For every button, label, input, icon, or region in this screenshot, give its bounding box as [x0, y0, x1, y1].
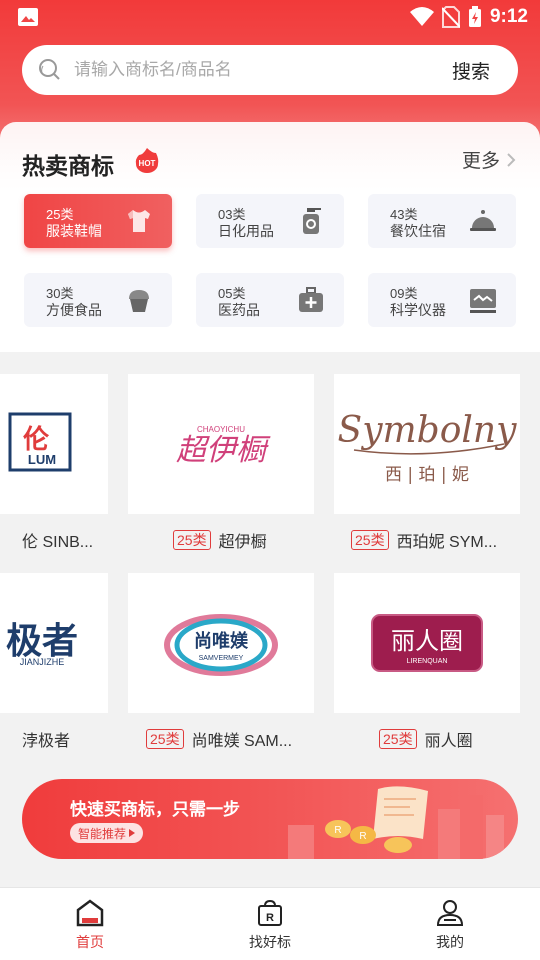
category-name: 医药品 — [218, 302, 260, 318]
banner-headline: 快速买商标，只需一步 — [70, 800, 240, 819]
user-icon — [436, 900, 464, 926]
trademark-label[interactable]: 浡极者 — [22, 727, 70, 751]
no-sim-icon — [441, 6, 460, 28]
trademark-label[interactable]: 25类 丽人圈 — [379, 727, 473, 751]
clock: 9:12 — [489, 6, 528, 27]
trademark-card-image[interactable]: 极者 JIANJIZHE — [0, 573, 108, 713]
trademark-name: 西珀妮 SYM... — [396, 534, 498, 551]
trademark-label[interactable]: 伦 SINB... — [22, 528, 93, 552]
nav-find-trademark[interactable]: R 找好标 — [225, 898, 315, 952]
category-card-03[interactable]: 03类 日化用品 — [196, 194, 344, 248]
trademark-label[interactable]: 25类 超伊橱 — [173, 528, 267, 552]
category-card-09[interactable]: 09类 科学仪器 — [368, 273, 516, 327]
logo-text: 超伊橱 — [176, 433, 271, 468]
hot-icon: HOT — [135, 148, 159, 173]
logo-subtext: LUM — [28, 452, 56, 467]
category-name: 科学仪器 — [390, 302, 446, 318]
class-tag: 25类 — [146, 729, 184, 749]
logo-text: Symbolny — [338, 410, 518, 451]
svg-text:R: R — [334, 825, 341, 836]
trademark-name: 尚唯媄 SAM... — [191, 733, 293, 750]
nav-home[interactable]: 首页 — [45, 898, 135, 952]
trademark-card-image[interactable]: CHAOYICHU 超伊橱 — [128, 374, 314, 514]
class-tag: 25类 — [173, 530, 211, 550]
nav-label: 首页 — [76, 934, 104, 950]
search-icon — [39, 59, 60, 80]
category-card-30[interactable]: 30类 方便食品 — [24, 273, 172, 327]
trademark-label[interactable]: 25类 尚唯媄 SAM... — [146, 727, 292, 751]
banner-cta-label: 智能推荐 — [78, 826, 127, 841]
trademark-name: 丽人圈 — [424, 733, 473, 750]
trademark-card-image[interactable]: 尚唯媄 SAMVERMEY — [128, 573, 314, 713]
trademark-grid: 伦 LUM 伦 SINB... CHAOYICHU 超伊橱 25类 超伊橱 Sy… — [0, 352, 540, 764]
smart-recommend-button[interactable]: 智能推荐 — [70, 823, 144, 843]
spray-bottle-icon — [303, 208, 321, 234]
svg-text:R: R — [266, 912, 274, 924]
trademark-logo: 伦 LUM — [8, 412, 72, 472]
category-name: 餐饮住宿 — [390, 223, 446, 239]
nav-label: 找好标 — [249, 934, 291, 950]
gallery-icon — [18, 8, 38, 26]
trademark-logo: 极者 JIANJIZHE — [6, 621, 78, 667]
search-button[interactable]: 搜索 — [452, 57, 490, 84]
trademark-logo: 尚唯媄 SAMVERMEY — [164, 614, 278, 676]
category-card-43[interactable]: 43类 餐饮住宿 — [368, 194, 516, 248]
class-tag: 25类 — [379, 729, 417, 749]
trademark-label[interactable]: 25类 西珀妮 SYM... — [351, 528, 497, 552]
logo-subtext: SAMVERMEY — [199, 655, 244, 662]
trademark-name: 伦 SINB... — [22, 534, 94, 551]
trademark-logo: Symbolny 西 | 珀 | 妮 — [338, 410, 518, 485]
more-link[interactable]: 更多 — [462, 146, 516, 173]
chevron-right-icon — [507, 152, 516, 167]
hot-badge-text: HOT — [139, 159, 156, 168]
search-bar[interactable]: 搜索 — [22, 45, 518, 95]
svg-text:R: R — [359, 831, 366, 842]
search-input[interactable] — [74, 55, 434, 85]
trademark-bag-icon: R — [258, 899, 282, 926]
battery-charging-icon — [468, 6, 481, 27]
section-title: 热卖商标 — [22, 153, 114, 179]
banner-illustration: R R — [288, 786, 504, 859]
logo-subtext: JIANJIZHE — [20, 657, 65, 667]
cloche-icon — [470, 210, 496, 231]
nav-profile[interactable]: 我的 — [405, 898, 495, 952]
medical-kit-icon — [299, 287, 323, 312]
trademark-card-image[interactable]: 伦 LUM — [0, 374, 108, 514]
class-tag: 25类 — [351, 530, 389, 550]
nav-label: 我的 — [436, 934, 464, 950]
trademark-name: 浡极者 — [22, 733, 71, 750]
trademark-logo: CHAOYICHU 超伊橱 — [176, 425, 271, 468]
more-label: 更多 — [461, 151, 500, 172]
logo-text: 尚唯媄 — [194, 630, 249, 652]
category-card-25[interactable]: 25类 服装鞋帽 — [24, 194, 172, 248]
logo-text: 极者 — [6, 621, 78, 662]
wifi-icon — [409, 7, 434, 26]
home-icon — [76, 899, 104, 927]
category-name: 日化用品 — [218, 223, 274, 239]
logo-text: 伦 — [23, 424, 50, 455]
category-name: 方便食品 — [46, 302, 102, 318]
trademark-card-image[interactable]: Symbolny 西 | 珀 | 妮 — [334, 374, 520, 514]
cupcake-icon — [129, 290, 149, 312]
promo-banner[interactable]: 快速买商标，只需一步 智能推荐 R R — [22, 779, 518, 859]
category-name: 服装鞋帽 — [46, 223, 102, 239]
trademark-card-image[interactable]: 丽人圈 LIRENQUAN — [334, 573, 520, 713]
category-card-05[interactable]: 05类 医药品 — [196, 273, 344, 327]
logo-subtext: 西 | 珀 | 妮 — [385, 465, 469, 485]
play-arrow-icon — [129, 829, 136, 837]
trademark-name: 超伊橱 — [218, 534, 267, 551]
trademark-logo: 丽人圈 LIRENQUAN — [371, 614, 483, 672]
hot-trademarks-panel: 热卖商标 HOT 更多 25类 服装鞋帽 03类 日化用品 43类 餐饮住宿 3… — [0, 122, 540, 352]
bottom-navigation: 首页 R 找好标 我的 — [0, 887, 540, 960]
monitor-icon — [470, 289, 496, 313]
logo-subtext: LIRENQUAN — [407, 658, 448, 665]
tshirt-icon — [128, 210, 150, 232]
logo-text: 丽人圈 — [391, 627, 463, 655]
status-bar: 9:12 — [0, 0, 540, 36]
